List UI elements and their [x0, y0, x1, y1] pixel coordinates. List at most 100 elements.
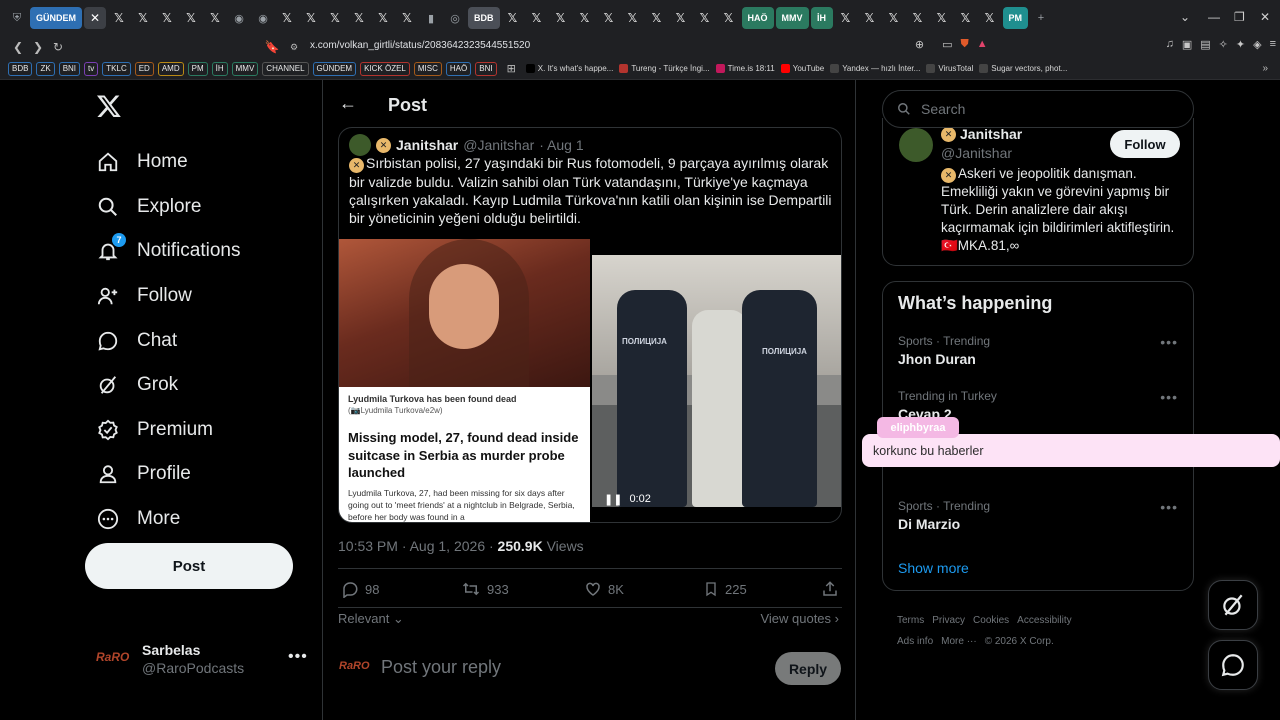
tab-x-icon[interactable]: 𝕏 [132, 7, 154, 29]
trend-item[interactable]: Sports · Trending Jhon Duran ••• [898, 334, 1184, 367]
bookmark-link[interactable]: Time.is 18:11 [715, 64, 775, 73]
tab-x-icon[interactable]: 𝕏 [372, 7, 394, 29]
brave-shield-icon[interactable]: ⛊ [960, 38, 968, 51]
messages-fab[interactable] [1208, 640, 1258, 690]
footer-link[interactable]: Accessibility [1017, 615, 1071, 626]
bookmark-link[interactable]: VirusTotal [926, 64, 973, 73]
bookmark-folder[interactable]: BNI [475, 61, 497, 76]
sidebar-icon[interactable]: ▣ [1182, 38, 1192, 51]
tab-x-icon[interactable]: 𝕏 [180, 7, 202, 29]
tab-x-icon[interactable]: 𝕏 [955, 7, 977, 29]
back-nav-icon[interactable]: ❮ [8, 40, 28, 54]
wallet-icon[interactable]: ▤ [1200, 38, 1210, 51]
cast-icon[interactable]: ▭ [942, 38, 952, 51]
bookmark-folder[interactable]: ZK [36, 61, 55, 76]
more-dots-icon[interactable]: ••• [1160, 334, 1178, 350]
bookmark-folder[interactable]: MMV [231, 61, 259, 76]
bookmark-action[interactable]: 225 [703, 580, 747, 598]
reply-button[interactable]: Reply [775, 652, 841, 685]
footer-link[interactable]: © 2026 X Corp. [985, 636, 1054, 647]
bookmark-folder[interactable]: HAÖ [445, 61, 472, 76]
bookmark-link[interactable]: Tureng - Türkçe İngi... [619, 64, 710, 73]
account-switcher[interactable]: RaRO Sarbelas @RaroPodcasts ••• [96, 640, 308, 680]
footer-link[interactable]: Ads info [897, 636, 933, 647]
bookmark-folder[interactable]: BNI [58, 61, 81, 76]
profile-name[interactable]: ✕ Janitshar [941, 126, 1022, 142]
bookmark-link[interactable]: YouTube [780, 64, 824, 73]
chevron-down-icon[interactable]: ⌄ [1180, 10, 1190, 24]
tab-icon[interactable]: ◉ [228, 7, 250, 29]
tab-gündem[interactable]: GÜNDEM [30, 7, 82, 29]
reload-icon[interactable]: ↻ [48, 40, 68, 54]
post-timestamp[interactable]: 10:53 PM · Aug 1, 2026 · [338, 538, 498, 554]
bookmark-page-icon[interactable]: 🔖 [262, 40, 282, 54]
close-window-icon[interactable]: ✕ [1260, 10, 1270, 24]
nav-item-home[interactable]: Home [96, 140, 241, 185]
tab-x-icon[interactable]: 𝕏 [883, 7, 905, 29]
restore-icon[interactable]: ❐ [1234, 10, 1245, 24]
quoted-post[interactable]: ✕ Janitshar @Janitshar · Aug 1 ✕ Sırbista… [338, 127, 842, 523]
bookmark-folder[interactable]: İH [211, 61, 228, 76]
tab-x-icon[interactable]: 𝕏 [574, 7, 596, 29]
minimize-icon[interactable]: — [1208, 10, 1220, 24]
menu-icon[interactable]: ≡ [1270, 38, 1276, 51]
search-input[interactable]: Search [882, 90, 1194, 128]
zoom-icon[interactable]: ⊕ [915, 38, 924, 51]
video-player[interactable]: ПОЛИЦИЈА ПОЛИЦИЈА ❚❚ 0:02 [592, 255, 841, 507]
x-logo-icon[interactable] [96, 93, 122, 119]
tab-x-icon[interactable]: 𝕏 [396, 7, 418, 29]
tab-icon[interactable]: ◎ [444, 7, 466, 29]
nav-item-more[interactable]: More [96, 497, 241, 542]
tab-x-icon[interactable]: 𝕏 [324, 7, 346, 29]
bookmark-folder[interactable]: BDB [8, 61, 33, 76]
back-arrow-icon[interactable]: ← [339, 93, 357, 114]
show-more-link[interactable]: Show more [898, 560, 969, 576]
repost-action[interactable]: 933 [461, 580, 509, 598]
news-card-image[interactable]: Lyudmila Turkova has been found dead (📷L… [339, 239, 590, 522]
tab-x-icon[interactable]: 𝕏 [204, 7, 226, 29]
media-icon[interactable]: ♫ [1166, 38, 1174, 51]
trend-item[interactable]: Sports · Trending Di Marzio ••• [898, 499, 1184, 532]
grok-fab[interactable] [1208, 580, 1258, 630]
footer-link[interactable]: Privacy [932, 615, 965, 626]
reply-action[interactable]: 98 [341, 580, 379, 598]
more-dots-icon[interactable]: ••• [1160, 389, 1178, 405]
pause-icon[interactable]: ❚❚ [604, 493, 622, 506]
site-info-icon[interactable]: ⚙ [284, 42, 304, 53]
tab-icon[interactable]: ◉ [252, 7, 274, 29]
more-dots-icon[interactable]: ••• [288, 648, 308, 666]
bookmark-folder[interactable]: CHANNEL [262, 61, 309, 76]
bookmark-folder[interactable]: tv [84, 61, 99, 76]
bookmark-folder[interactable]: MISC [413, 61, 442, 76]
rewards-icon[interactable]: ▲ [977, 38, 988, 51]
reply-sort-dropdown[interactable]: Relevant ⌄ [338, 611, 404, 627]
tab-x-icon[interactable]: 𝕏 [502, 7, 524, 29]
tab-x-icon[interactable]: ✕ [84, 7, 106, 29]
bookmark-link[interactable]: Yandex — hızlı İnter... [830, 64, 920, 73]
tab-x-icon[interactable]: 𝕏 [859, 7, 881, 29]
tab-x-icon[interactable]: 𝕏 [907, 7, 929, 29]
like-action[interactable]: 8K [584, 580, 624, 598]
tab-icon[interactable]: ▮ [420, 7, 442, 29]
follow-button[interactable]: Follow [1110, 130, 1180, 158]
avatar[interactable] [899, 128, 933, 162]
bookmark-folder[interactable]: ED [134, 61, 154, 76]
tab-mmv[interactable]: MMV [775, 7, 809, 29]
bookmark-link[interactable]: X. It's what's happe... [525, 64, 613, 73]
tab-icon[interactable]: + [1030, 7, 1052, 29]
quoted-post-date[interactable]: · Aug 1 [539, 137, 583, 153]
quoted-author-handle[interactable]: @Janitshar [463, 137, 534, 153]
tab-i̇h[interactable]: İH [810, 7, 833, 29]
bookmark-folder[interactable]: KICK ÖZEL [360, 61, 410, 76]
apps-grid-icon[interactable]: ⊞ [507, 62, 516, 75]
tab-x-icon[interactable]: 𝕏 [979, 7, 1001, 29]
tab-x-icon[interactable]: 𝕏 [718, 7, 740, 29]
more-dots-icon[interactable]: ••• [1160, 499, 1178, 515]
tab-x-icon[interactable]: 𝕏 [108, 7, 130, 29]
tab-x-icon[interactable]: 𝕏 [550, 7, 572, 29]
nav-item-chat[interactable]: Chat [96, 318, 241, 363]
tab-bdb[interactable]: BDB [468, 7, 500, 29]
bookmark-folder[interactable]: TKLC [102, 61, 131, 76]
leo-icon[interactable]: ✦ [1236, 38, 1245, 51]
nav-item-explore[interactable]: Explore [96, 185, 241, 230]
